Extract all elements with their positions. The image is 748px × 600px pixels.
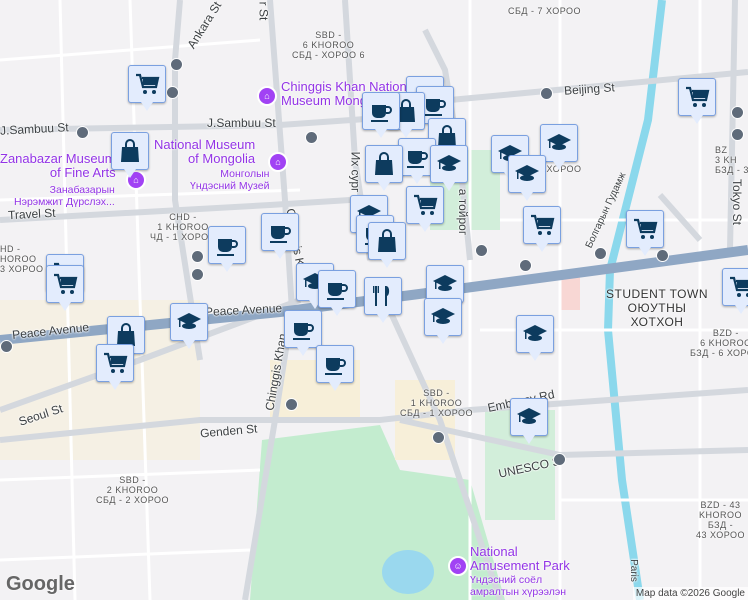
- district-label: SBD - 1 KHOROO СБД - 1 ХОРОО: [400, 388, 474, 418]
- bus-stop-icon[interactable]: [191, 250, 204, 263]
- school-marker[interactable]: [170, 303, 208, 349]
- shopping-bag-icon: [121, 139, 139, 162]
- cafe-marker[interactable]: [208, 226, 246, 272]
- graduation-cap-icon: [517, 408, 541, 424]
- district-label: BZ 3 KH БЗД - 3: [715, 145, 748, 175]
- cafe-marker[interactable]: [261, 213, 299, 259]
- graduation-cap-icon: [523, 325, 547, 341]
- shopping-marker[interactable]: [523, 206, 561, 252]
- bus-stop-icon[interactable]: [594, 247, 607, 260]
- shopping-cart-icon: [634, 218, 658, 239]
- shopping-cart-icon: [730, 276, 748, 297]
- store-marker[interactable]: [111, 132, 149, 178]
- poi-zanabazar-museum[interactable]: Zanabazar Museum of Fine Arts: [0, 152, 116, 180]
- graduation-cap-icon: [547, 134, 571, 150]
- district-label: СБД - 7 ХОРОО: [508, 6, 582, 16]
- district-label: SBD - 6 KHOROO СБД - ХОРОО 6: [292, 30, 366, 60]
- bus-stop-icon[interactable]: [0, 340, 13, 353]
- bus-stop-icon[interactable]: [305, 131, 318, 144]
- district-label: BZD - 6 KHOROO БЗД - 6 ХОРОО: [690, 328, 748, 358]
- lake: [382, 550, 434, 594]
- coffee-cup-icon: [217, 239, 238, 256]
- shopping-marker[interactable]: [678, 78, 716, 124]
- street-label-ih-surguuli: Их сург: [348, 151, 363, 193]
- bus-stop-icon[interactable]: [475, 244, 488, 257]
- poi-national-amusement-park[interactable]: National Amusement Park: [470, 545, 570, 573]
- street-label-jsambuu: J.Sambuu St: [207, 116, 276, 130]
- shopping-marker[interactable]: [46, 265, 84, 311]
- museum-icon[interactable]: ⌂: [257, 86, 277, 106]
- street-label-travel: Travel St: [7, 205, 56, 223]
- graduation-cap-icon: [431, 308, 455, 324]
- school-marker[interactable]: [510, 398, 548, 444]
- bus-stop-icon[interactable]: [432, 431, 445, 444]
- park-area: [250, 425, 505, 600]
- coffee-cup-icon: [425, 99, 446, 116]
- shopping-cart-icon: [531, 214, 555, 235]
- poi-national-museum[interactable]: National Museum of Mongolia: [154, 138, 255, 166]
- restaurant-marker[interactable]: [364, 277, 402, 323]
- shopping-cart-icon: [414, 194, 438, 215]
- bus-stop-icon[interactable]: [166, 86, 179, 99]
- cafe-marker[interactable]: [318, 270, 356, 316]
- shopping-marker[interactable]: [626, 210, 664, 256]
- cafe-marker[interactable]: [284, 310, 322, 356]
- bus-stop-icon[interactable]: [76, 126, 89, 139]
- bus-stop-icon[interactable]: [285, 398, 298, 411]
- bus-stop-icon[interactable]: [731, 128, 744, 141]
- school-marker[interactable]: [430, 145, 468, 191]
- poi-national-museum-mn: Монголын Үндэсний Музей: [190, 168, 270, 192]
- coffee-cup-icon: [371, 105, 392, 122]
- museum-icon[interactable]: ⌂: [268, 152, 288, 172]
- shopping-cart-icon: [54, 273, 78, 294]
- restaurant-icon: [373, 286, 390, 306]
- bus-stop-icon[interactable]: [170, 58, 183, 71]
- shopping-bag-icon: [375, 152, 393, 175]
- store-marker[interactable]: [365, 145, 403, 191]
- poi-zanabazar-museum-mn: Занабазарын Нэрэмжит Дүрслэх...: [14, 184, 115, 208]
- district-label: SBD - 2 KHOROO СБД - 2 ХОРОО: [96, 475, 170, 505]
- bus-stop-icon[interactable]: [553, 453, 566, 466]
- cafe-marker[interactable]: [316, 345, 354, 391]
- shopping-cart-icon: [136, 73, 160, 94]
- bus-stop-icon[interactable]: [519, 259, 532, 272]
- shopping-marker[interactable]: [96, 344, 134, 390]
- district-label: CHD - 1 KHOROO ЧД - 1 ХОРОО: [150, 212, 217, 242]
- coffee-cup-icon: [325, 358, 346, 375]
- graduation-cap-icon: [177, 313, 201, 329]
- bus-stop-icon[interactable]: [656, 249, 669, 262]
- cafe-marker[interactable]: [362, 92, 400, 138]
- street-label-paris: Paris: [627, 559, 639, 582]
- graduation-cap-icon: [437, 155, 461, 171]
- map-attribution[interactable]: Map data ©2026 Google: [632, 587, 748, 600]
- shopping-marker[interactable]: [128, 65, 166, 111]
- school-marker[interactable]: [508, 155, 546, 201]
- school-marker[interactable]: [516, 315, 554, 361]
- school-marker[interactable]: [424, 298, 462, 344]
- street-label-toirog: а тойрог: [456, 188, 471, 236]
- coffee-cup-icon: [327, 283, 348, 300]
- shopping-cart-icon: [104, 352, 128, 373]
- amusement-park-icon[interactable]: ☺: [448, 556, 468, 576]
- bus-stop-icon[interactable]: [540, 87, 553, 100]
- coffee-cup-icon: [293, 323, 314, 340]
- shopping-marker[interactable]: [406, 186, 444, 232]
- coffee-cup-icon: [270, 226, 291, 243]
- shopping-bag-icon: [378, 229, 396, 252]
- shopping-marker[interactable]: [722, 268, 748, 314]
- street-label-tokyo: Tokyo St: [730, 178, 745, 226]
- district-label: HD - HOROO 3 ХОРОО: [0, 244, 44, 274]
- shopping-cart-icon: [686, 86, 710, 107]
- coffee-cup-icon: [407, 151, 428, 168]
- district-label: BZD - 43 KHOROO БЗД - 43 ХОРОО: [696, 500, 746, 540]
- bus-stop-icon[interactable]: [191, 268, 204, 281]
- graduation-cap-icon: [433, 275, 457, 291]
- street-label: r St: [256, 1, 271, 21]
- google-logo: Google: [6, 573, 75, 595]
- graduation-cap-icon: [515, 165, 539, 181]
- district-label-student-town: STUDENT TOWN ОЮУТНЫ ХОТХОН: [606, 287, 709, 329]
- store-marker[interactable]: [368, 222, 406, 268]
- bus-stop-icon[interactable]: [731, 106, 744, 119]
- poi-national-amusement-park-mn: Үндэсний соёл амралтын хүрээлэн: [470, 574, 567, 598]
